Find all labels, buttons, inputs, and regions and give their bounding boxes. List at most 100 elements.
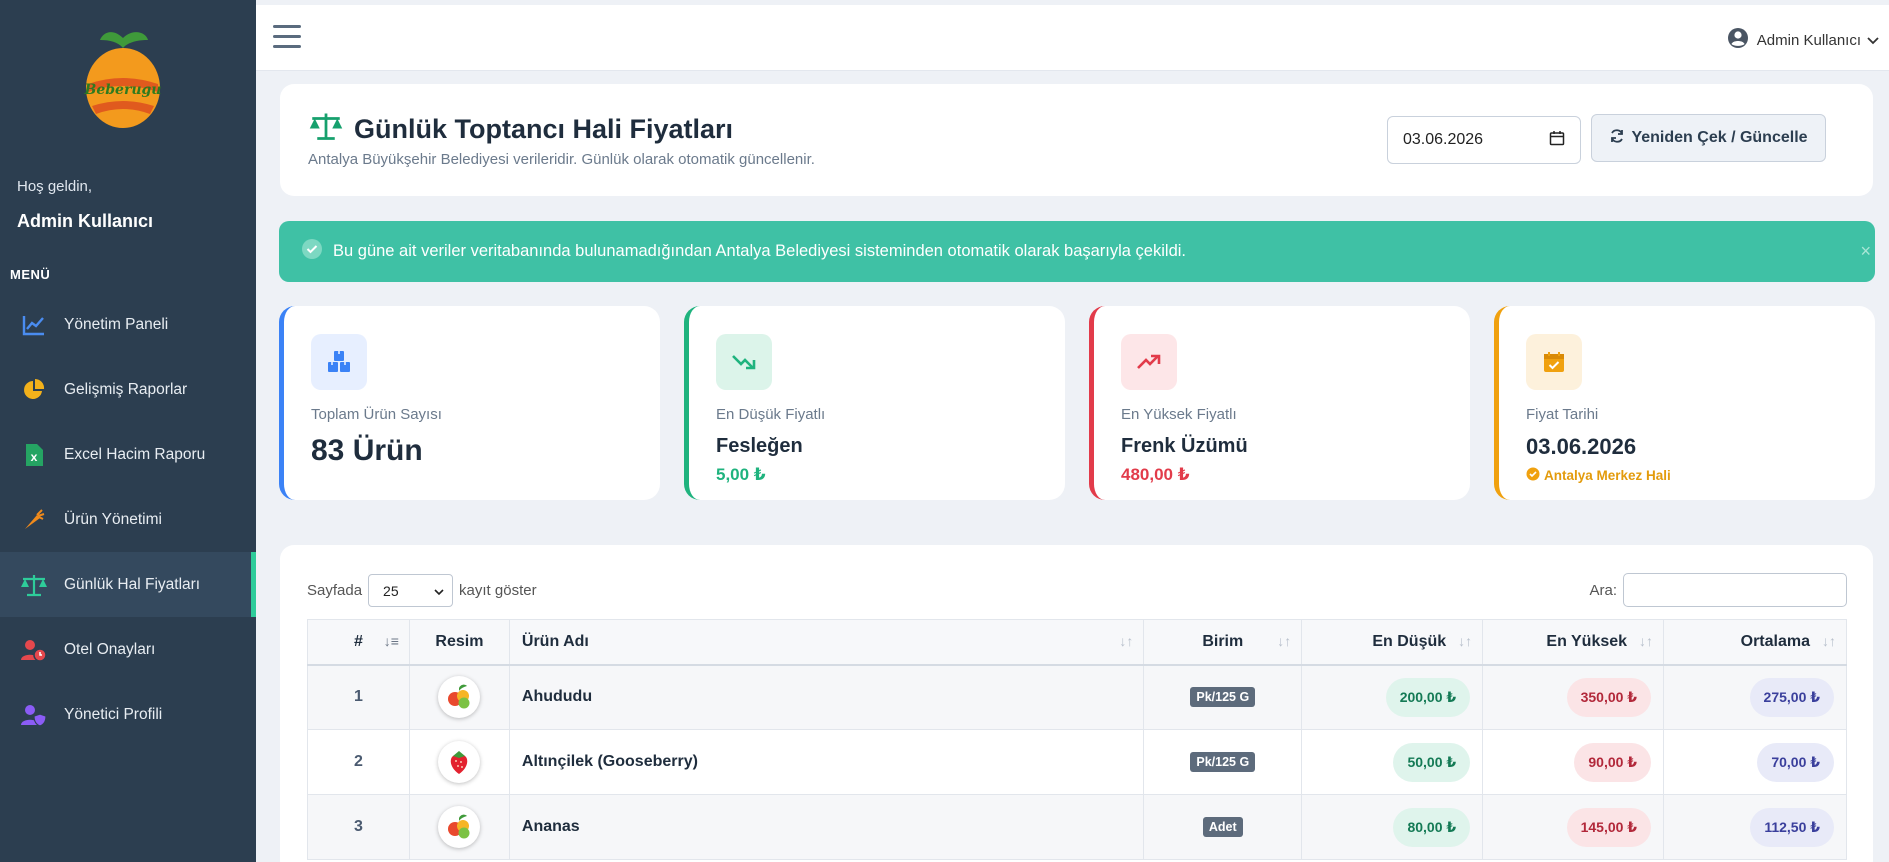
column-header-unit[interactable]: Birim ↓↑ bbox=[1143, 619, 1303, 666]
page-title: Günlük Toptancı Hali Fiyatları bbox=[308, 111, 733, 148]
alert-text: Bu güne ait veriler veritabanında buluna… bbox=[333, 242, 1186, 260]
refresh-button-label: Yeniden Çek / Güncelle bbox=[1631, 129, 1808, 146]
stat-product-name: Frenk Üzümü bbox=[1121, 435, 1248, 457]
page-subtitle: Antalya Büyükşehir Belediyesi verileridi… bbox=[308, 151, 815, 168]
sort-asc-icon: ↓≡ bbox=[383, 633, 399, 649]
sidebar-item-otel-onaylari[interactable]: Otel Onayları bbox=[0, 617, 256, 682]
column-header-num[interactable]: # ↓≡ bbox=[307, 619, 410, 666]
stat-price: 5,00 ₺ bbox=[716, 465, 766, 484]
sidebar-item-gelismis-raporlar[interactable]: Gelişmiş Raporlar bbox=[0, 357, 256, 422]
logo-text: Beberugu bbox=[84, 82, 162, 98]
lowest-price-pill: 50,00 ₺ bbox=[1393, 742, 1471, 782]
sidebar-username: Admin Kullanıcı bbox=[17, 211, 154, 231]
page-length-select[interactable]: 25 bbox=[368, 574, 454, 607]
prices-table-card: Sayfada 25 kayıt göster Ara: # ↓≡ Resim Ü… bbox=[280, 545, 1873, 862]
highest-price-pill: 145,00 ₺ bbox=[1566, 807, 1652, 847]
close-icon[interactable]: × bbox=[1860, 241, 1871, 262]
sidebar-item-label: Gelişmiş Raporlar bbox=[64, 380, 188, 398]
menu-title: MENÜ bbox=[10, 267, 51, 282]
stat-card-lowest-price: En Düşük Fiyatlı Fesleğen 5,00 ₺ bbox=[684, 306, 1065, 500]
refresh-button[interactable]: Yeniden Çek / Güncelle bbox=[1591, 114, 1826, 162]
topbar: Admin Kullanıcı bbox=[256, 5, 1889, 71]
user-dropdown[interactable]: Admin Kullanıcı bbox=[1727, 27, 1879, 53]
stat-price: 480,00 ₺ bbox=[1121, 465, 1190, 484]
market-name: Antalya Merkez Hali bbox=[1544, 468, 1671, 483]
excel-file-icon: X bbox=[20, 441, 48, 469]
sidebar: Beberugu Hoş geldin, Admin Kullanıcı MEN… bbox=[0, 0, 256, 862]
page-length-control: Sayfada 25 kayıt göster bbox=[307, 574, 537, 607]
row-number: 3 bbox=[307, 794, 410, 860]
table-row: 3 Ananas Adet 80,00 ₺ 145,00 ₺ 112,50 ₺ bbox=[307, 794, 1847, 860]
product-name: Ahududu bbox=[508, 664, 1145, 730]
average-price-pill: 275,00 ₺ bbox=[1749, 677, 1834, 717]
sort-icon: ↓↑ bbox=[1639, 633, 1654, 649]
stat-label: Toplam Ürün Sayısı bbox=[311, 406, 442, 423]
check-circle-icon bbox=[301, 238, 323, 265]
strawberry-icon bbox=[438, 741, 481, 783]
page-header-card: Günlük Toptancı Hali Fiyatları Antalya B… bbox=[280, 84, 1873, 196]
user-shield-icon bbox=[20, 701, 48, 729]
calendar-check-icon bbox=[1526, 334, 1582, 390]
sidebar-item-label: Yönetici Profili bbox=[64, 705, 163, 723]
stat-product-name: Fesleğen bbox=[716, 435, 803, 457]
sidebar-item-excel-hacim-raporu[interactable]: X Excel Hacim Raporu bbox=[0, 422, 256, 487]
welcome-text: Hoş geldin, bbox=[17, 178, 93, 195]
chevron-down-icon bbox=[434, 583, 444, 599]
sidebar-item-yonetim-paneli[interactable]: Yönetim Paneli bbox=[0, 292, 256, 357]
sidebar-item-label: Günlük Hal Fiyatları bbox=[64, 575, 201, 593]
user-clock-icon bbox=[20, 636, 48, 664]
lowest-price-pill: 200,00 ₺ bbox=[1385, 677, 1471, 717]
stat-label: Fiyat Tarihi bbox=[1526, 406, 1599, 423]
sort-icon: ↓↑ bbox=[1822, 633, 1836, 649]
search-input[interactable] bbox=[1623, 573, 1847, 607]
search-label: Ara: bbox=[1589, 581, 1617, 599]
highest-price-pill: 90,00 ₺ bbox=[1574, 742, 1652, 782]
page-title-text: Günlük Toptancı Hali Fiyatları bbox=[354, 114, 734, 144]
column-header-lowest[interactable]: En Düşük ↓↑ bbox=[1301, 619, 1484, 666]
brand-logo[interactable]: Beberugu bbox=[78, 26, 168, 136]
fruit-basket-icon bbox=[438, 806, 481, 848]
sidebar-item-yonetici-profili[interactable]: Yönetici Profili bbox=[0, 682, 256, 747]
user-name: Admin Kullanıcı bbox=[1756, 31, 1861, 49]
chevron-down-icon bbox=[1867, 32, 1879, 49]
column-header-image: Resim bbox=[408, 619, 510, 666]
unit-badge: Pk/125 G bbox=[1190, 687, 1256, 708]
stat-label: En Yüksek Fiyatlı bbox=[1121, 406, 1237, 423]
fruit-basket-icon bbox=[438, 676, 481, 719]
carrot-icon bbox=[20, 506, 48, 534]
check-circle-icon bbox=[1526, 467, 1540, 484]
page-length-value: 25 bbox=[383, 582, 399, 599]
date-value: 03.06.2026 bbox=[1403, 131, 1484, 148]
length-prefix: Sayfada bbox=[307, 582, 363, 599]
sidebar-item-label: Otel Onayları bbox=[64, 640, 156, 658]
scale-icon bbox=[20, 571, 48, 599]
sidebar-item-label: Excel Hacim Raporu bbox=[64, 445, 206, 463]
user-circle-icon bbox=[1727, 27, 1749, 53]
trend-down-icon bbox=[716, 334, 772, 390]
table-header-row: # ↓≡ Resim Ürün Adı ↓↑ Birim ↓↑ En Düşük ↓↑ … bbox=[307, 619, 1847, 666]
stat-market-place: Antalya Merkez Hali bbox=[1526, 467, 1671, 484]
column-header-product-name[interactable]: Ürün Adı ↓↑ bbox=[508, 619, 1145, 666]
average-price-pill: 70,00 ₺ bbox=[1757, 742, 1834, 782]
unit-badge: Pk/125 G bbox=[1190, 752, 1256, 772]
sidebar-item-label: Ürün Yönetimi bbox=[64, 510, 162, 528]
chart-line-icon bbox=[20, 311, 48, 339]
hamburger-menu-icon[interactable] bbox=[273, 25, 301, 49]
average-price-pill: 112,50 ₺ bbox=[1750, 807, 1834, 847]
column-header-highest[interactable]: En Yüksek ↓↑ bbox=[1482, 619, 1665, 666]
sort-icon: ↓↑ bbox=[1277, 633, 1292, 649]
highest-price-pill: 350,00 ₺ bbox=[1566, 677, 1652, 717]
sort-icon: ↓↑ bbox=[1458, 633, 1473, 649]
stat-card-highest-price: En Yüksek Fiyatlı Frenk Üzümü 480,00 ₺ bbox=[1089, 306, 1470, 500]
svg-text:X: X bbox=[31, 454, 38, 464]
sidebar-item-label: Yönetim Paneli bbox=[64, 315, 169, 333]
table-row: 1 Ahududu Pk/125 G 200,00 ₺ 350,00 ₺ 275… bbox=[307, 664, 1847, 730]
product-name: Altınçilek (Gooseberry) bbox=[508, 729, 1145, 795]
sidebar-item-urun-yonetimi[interactable]: Ürün Yönetimi bbox=[0, 487, 256, 552]
length-suffix: kayıt göster bbox=[459, 582, 537, 599]
sidebar-nav: Yönetim Paneli Gelişmiş Raporlar X Excel… bbox=[0, 292, 256, 747]
column-header-average[interactable]: Ortalama ↓↑ bbox=[1663, 619, 1847, 666]
date-picker-input[interactable]: 03.06.2026 bbox=[1387, 116, 1581, 164]
sidebar-item-gunluk-hal-fiyatlari[interactable]: Günlük Hal Fiyatları bbox=[0, 552, 256, 617]
calendar-icon[interactable] bbox=[1549, 130, 1565, 151]
